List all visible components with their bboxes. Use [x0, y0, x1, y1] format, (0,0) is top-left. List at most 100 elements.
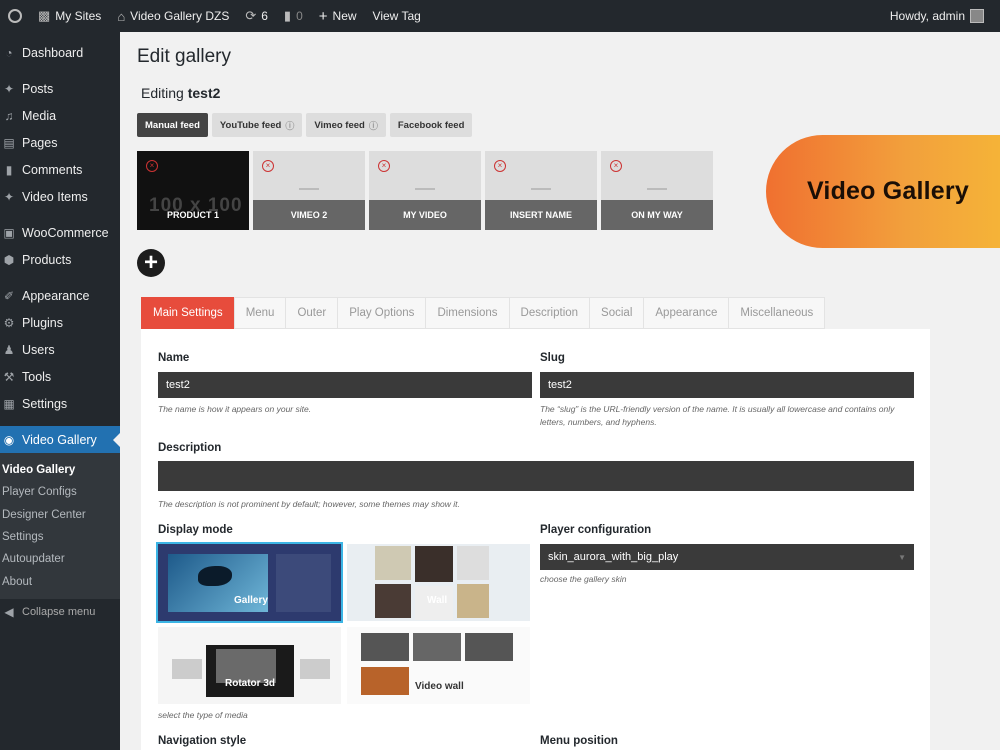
plug-icon: ⚙ — [3, 315, 15, 330]
sidebar-item-video-gallery[interactable]: ◉ Video Gallery — [0, 426, 120, 453]
tab-miscellaneous[interactable]: Miscellaneous — [728, 297, 826, 329]
admin-sidebar: ◔ Dashboard ✦ Posts ♫ Media ▤ Pages ▮ Comment… — [0, 32, 120, 750]
sidebar-item-media[interactable]: ♫ Media — [0, 102, 120, 129]
my-sites-link[interactable]: ▩ My Sites — [30, 0, 109, 32]
video-item[interactable]: × MY VIDEO — [369, 151, 481, 230]
video-item-label: PRODUCT 1 — [166, 210, 219, 220]
slug-input[interactable] — [540, 372, 914, 398]
info-icon: ⓘ — [368, 120, 378, 131]
home-icon: ⌂ — [117, 8, 126, 24]
sidebar-item-tools[interactable]: ⚒ Tools — [0, 363, 120, 390]
video-item-label: ON MY WAY — [601, 200, 713, 230]
mode-caption: Wall — [427, 595, 448, 606]
tab-social[interactable]: Social — [589, 297, 644, 329]
feed-tab-vimeo[interactable]: Vimeo feed ⓘ — [306, 113, 386, 137]
display-mode-video-wall[interactable]: Video wall — [347, 627, 530, 704]
refresh-icon: ⟳ — [245, 8, 257, 23]
dashboard-icon: ◔ — [5, 45, 13, 60]
feed-tab-facebook[interactable]: Facebook feed — [389, 113, 473, 137]
delete-icon[interactable]: × — [146, 160, 158, 172]
sidebar-item-woocommerce[interactable]: ▣ WooCommerce — [0, 219, 120, 246]
tab-main-settings[interactable]: Main Settings — [141, 297, 234, 329]
feed-tab-manual[interactable]: Manual feed — [137, 113, 208, 137]
collapse-menu-button[interactable]: ◀ Collapse menu — [0, 599, 120, 626]
admin-bar: ▩ My Sites ⌂ Video Gallery DZS ⟳ 6 ▮ 0 + New … — [0, 0, 1000, 32]
feed-tabs: Manual feed YouTube feed ⓘ Vimeo feed ⓘ Fa… — [137, 113, 473, 137]
video-item[interactable]: × 100 x 100 PRODUCT 1 — [137, 151, 249, 230]
sidebar-item-plugins[interactable]: ⚙ Plugins — [0, 309, 120, 336]
tab-outer[interactable]: Outer — [285, 297, 338, 329]
submenu-video-gallery[interactable]: Video Gallery — [0, 459, 120, 481]
mode-caption: Video wall — [415, 681, 464, 692]
banner-text: Video Gallery — [807, 177, 969, 205]
delete-icon[interactable]: × — [610, 160, 622, 172]
display-mode-wall[interactable]: Wall — [347, 544, 530, 621]
video-item[interactable]: × INSERT NAME — [485, 151, 597, 230]
player-config-select[interactable]: skin_aurora_with_big_play ▼ — [540, 544, 914, 570]
video-item[interactable]: × VIMEO 2 — [253, 151, 365, 230]
navigation-style-label: Navigation style — [158, 735, 247, 747]
pin-icon: ✦ — [3, 189, 15, 204]
video-item[interactable]: × ON MY WAY — [601, 151, 713, 230]
display-mode-gallery[interactable]: Gallery — [156, 542, 343, 623]
media-icon: ♫ — [4, 108, 14, 123]
description-textarea[interactable] — [158, 461, 914, 491]
sites-icon: ▩ — [38, 8, 51, 23]
tab-dimensions[interactable]: Dimensions — [425, 297, 509, 329]
description-hint: The description is not prominent by defa… — [158, 499, 460, 509]
submenu-designer-center[interactable]: Designer Center — [0, 504, 120, 526]
submenu-settings[interactable]: Settings — [0, 526, 120, 548]
sidebar-item-settings[interactable]: ▦ Settings — [0, 390, 120, 417]
avatar — [970, 9, 984, 23]
video-item-label: INSERT NAME — [485, 200, 597, 230]
comments-link[interactable]: ▮ 0 — [276, 0, 311, 32]
submenu-autoupdater[interactable]: Autoupdater — [0, 548, 120, 570]
settings-icon: ▦ — [3, 396, 15, 411]
wrench-icon: ⚒ — [3, 369, 15, 384]
tab-play-options[interactable]: Play Options — [337, 297, 426, 329]
sidebar-item-dashboard[interactable]: ◔ Dashboard — [0, 39, 120, 66]
sidebar-item-posts[interactable]: ✦ Posts — [0, 75, 120, 102]
comment-icon: ▮ — [5, 162, 13, 177]
plus-icon: + — [143, 249, 158, 276]
video-gallery-submenu: Video Gallery Player Configs Designer Ce… — [0, 453, 120, 599]
submenu-player-configs[interactable]: Player Configs — [0, 481, 120, 503]
collapse-icon: ◀ — [4, 605, 14, 620]
name-input[interactable] — [158, 372, 532, 398]
wordpress-icon — [8, 9, 22, 23]
my-account-link[interactable]: Howdy, admin — [882, 0, 992, 32]
wordpress-logo[interactable] — [0, 0, 30, 32]
mode-caption: Gallery — [234, 595, 268, 606]
name-hint: The name is how it appears on your site. — [158, 404, 312, 414]
tab-appearance[interactable]: Appearance — [643, 297, 729, 329]
tab-description[interactable]: Description — [508, 297, 590, 329]
sidebar-item-appearance[interactable]: ✐ Appearance — [0, 282, 120, 309]
sidebar-item-products[interactable]: ⬢ Products — [0, 246, 120, 273]
description-label: Description — [158, 442, 222, 454]
video-gallery-icon: ◉ — [3, 432, 15, 447]
display-mode-rotator-3d[interactable]: Rotator 3d — [158, 627, 341, 704]
updates-link[interactable]: ⟳ 6 — [237, 0, 276, 32]
add-item-button[interactable]: + — [137, 249, 165, 277]
delete-icon[interactable]: × — [262, 160, 274, 172]
video-item-label: VIMEO 2 — [253, 200, 365, 230]
editing-heading: Editing test2 — [141, 85, 221, 101]
pages-icon: ▤ — [3, 135, 15, 150]
new-content-link[interactable]: + New — [311, 0, 365, 32]
sidebar-item-users[interactable]: ♟ Users — [0, 336, 120, 363]
orca-image — [198, 566, 232, 586]
player-config-hint: choose the gallery skin — [540, 574, 627, 584]
sidebar-item-comments[interactable]: ▮ Comments — [0, 156, 120, 183]
submenu-about[interactable]: About — [0, 570, 120, 592]
delete-icon[interactable]: × — [378, 160, 390, 172]
feed-tab-youtube[interactable]: YouTube feed ⓘ — [211, 113, 303, 137]
sidebar-item-pages[interactable]: ▤ Pages — [0, 129, 120, 156]
view-tag-link[interactable]: View Tag — [365, 0, 429, 32]
menu-position-label: Menu position — [540, 735, 618, 747]
sidebar-item-video-items[interactable]: ✦ Video Items — [0, 183, 120, 210]
chevron-down-icon: ▼ — [898, 552, 906, 562]
site-name-link[interactable]: ⌂ Video Gallery DZS — [109, 0, 237, 32]
tab-menu[interactable]: Menu — [233, 297, 286, 329]
delete-icon[interactable]: × — [494, 160, 506, 172]
woo-icon: ▣ — [3, 225, 15, 240]
